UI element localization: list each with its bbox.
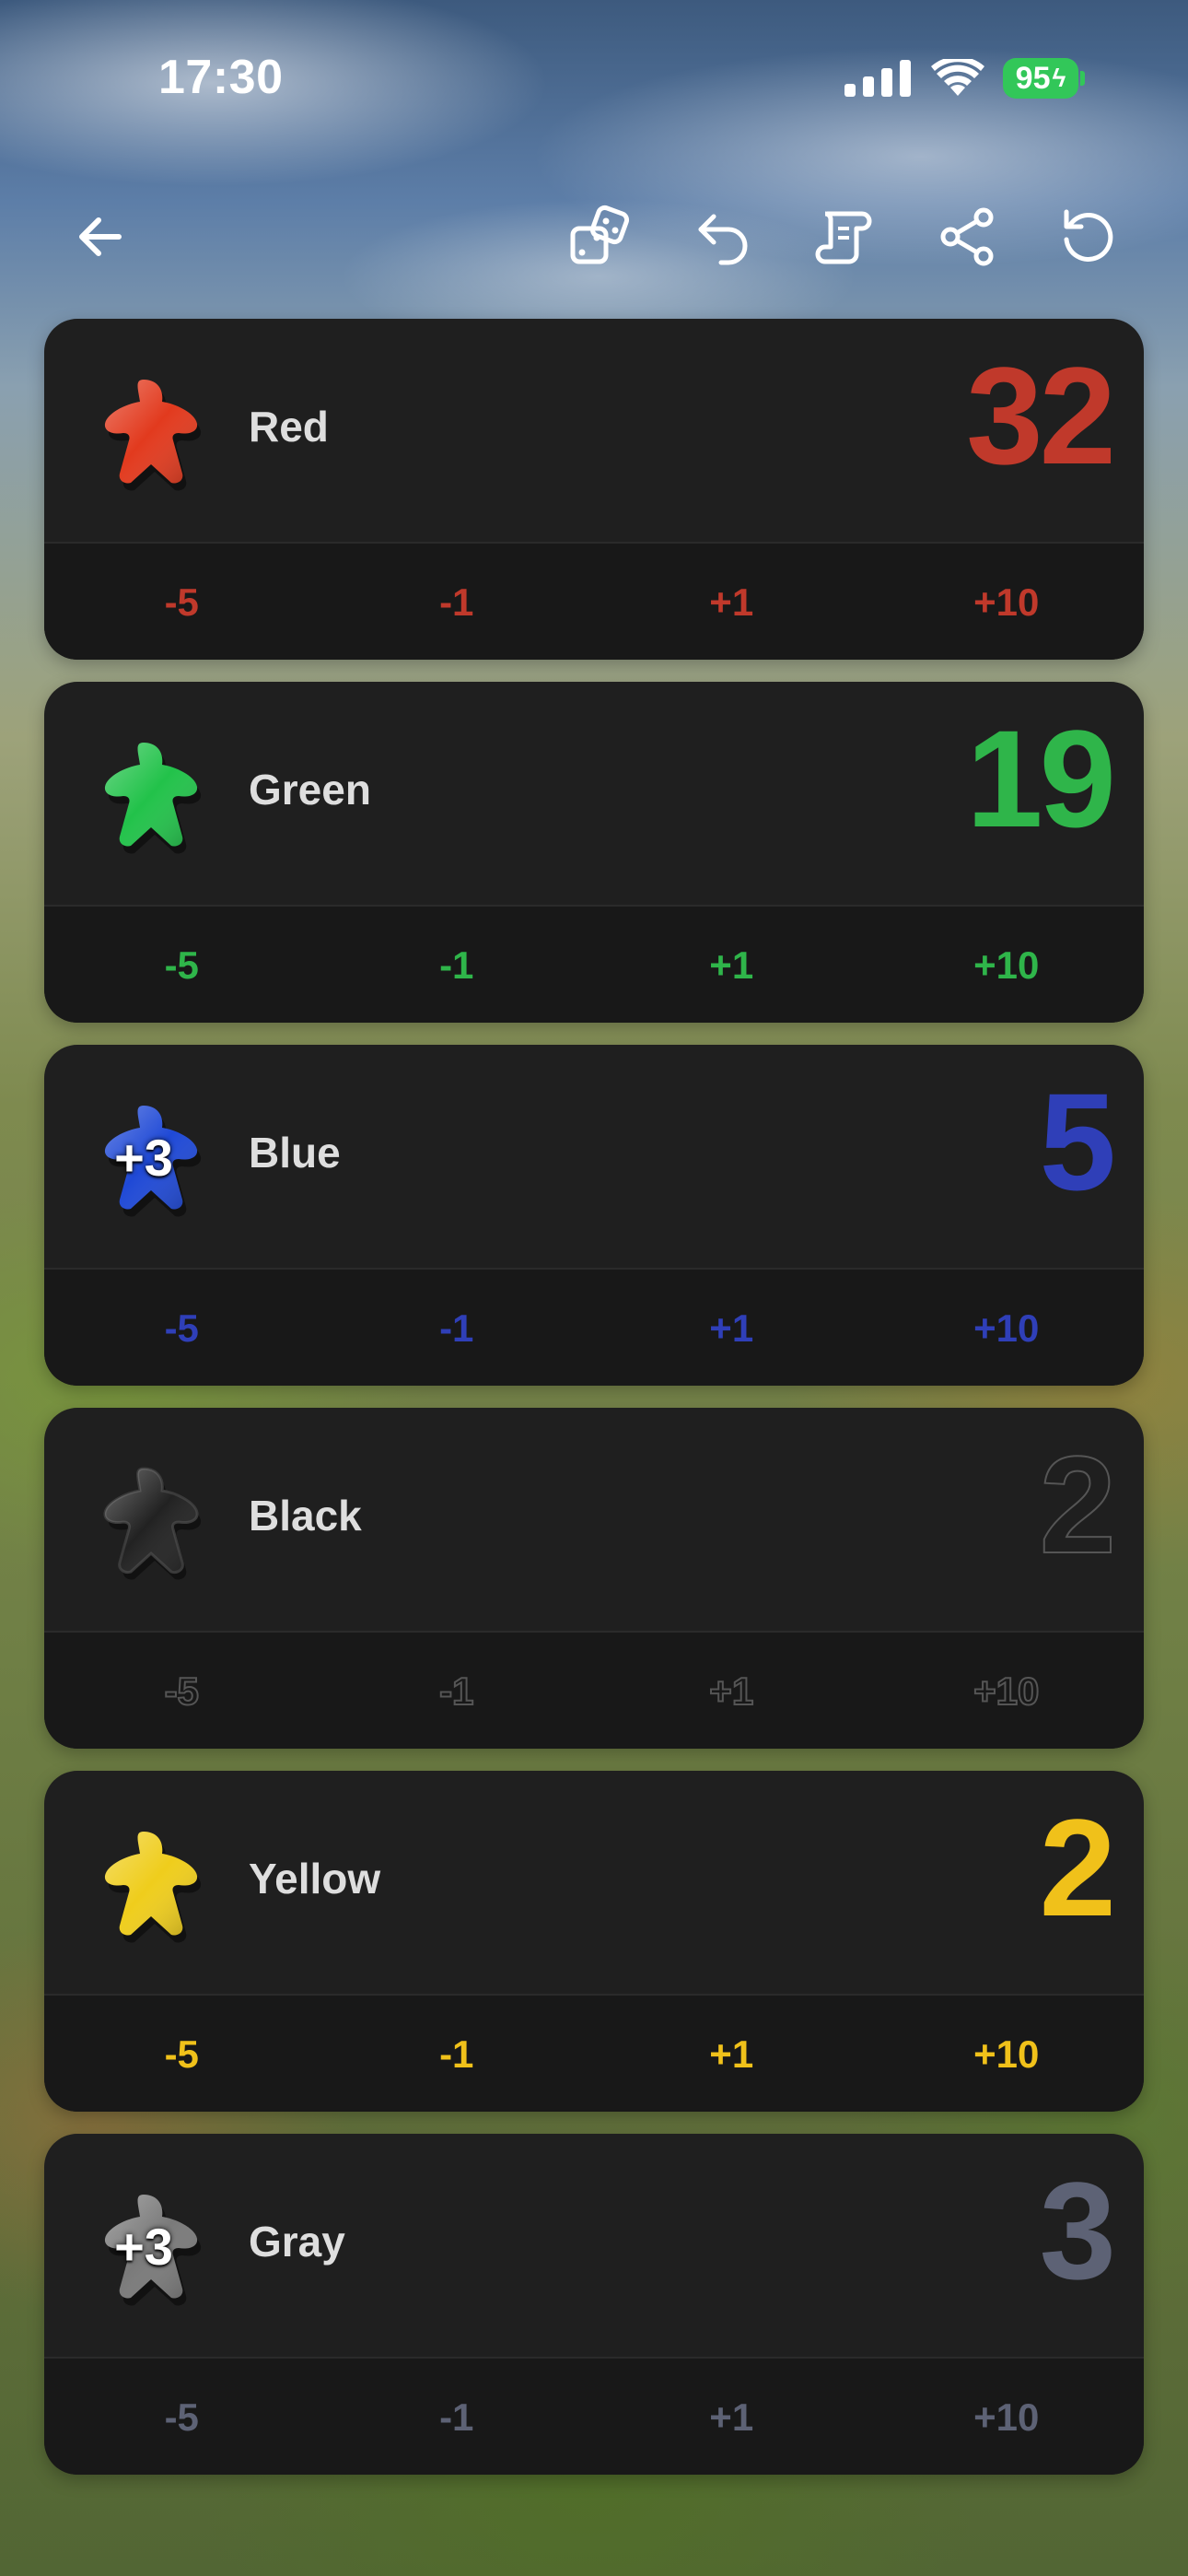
player-card-header[interactable]: Yellow 2 xyxy=(44,1771,1144,1994)
reset-icon xyxy=(1064,209,1113,262)
meeple-icon[interactable]: +3 xyxy=(79,1093,208,1222)
scroll-icon xyxy=(815,211,872,264)
player-name: Green xyxy=(249,766,371,814)
status-time: 17:30 xyxy=(158,51,284,104)
player-card-header[interactable]: Black 2 xyxy=(44,1408,1144,1631)
adjust-button-plus1[interactable]: +1 xyxy=(594,2359,869,2475)
dice-icon xyxy=(570,205,630,264)
player-name: Blue xyxy=(249,1129,341,1177)
back-arrow-icon xyxy=(79,217,122,256)
bonus-badge: +3 xyxy=(114,1128,173,1187)
adjust-button-minus1[interactable]: -1 xyxy=(320,1633,595,1749)
adjust-button-plus1[interactable]: +1 xyxy=(594,907,869,1023)
adjust-button-plus10[interactable]: +10 xyxy=(869,907,1145,1023)
adjust-button-plus10[interactable]: +10 xyxy=(869,2359,1145,2475)
adjust-button-minus5[interactable]: -5 xyxy=(44,907,320,1023)
score-adjust-row: -5 -1 +1 +10 xyxy=(44,1268,1144,1386)
undo-button[interactable] xyxy=(689,203,757,271)
meeple-icon[interactable] xyxy=(79,730,208,859)
bonus-badge xyxy=(79,1456,208,1585)
score-adjust-row: -5 -1 +1 +10 xyxy=(44,542,1144,660)
adjust-button-minus5[interactable]: -5 xyxy=(44,2359,320,2475)
player-score: 3 xyxy=(1039,2153,1116,2308)
adjust-button-plus10[interactable]: +10 xyxy=(869,1270,1145,1386)
player-card-header[interactable]: Red 32 xyxy=(44,319,1144,542)
share-button[interactable] xyxy=(934,203,1002,271)
score-adjust-row: -5 -1 +1 +10 xyxy=(44,1994,1144,2112)
player-name: Gray xyxy=(249,2218,345,2266)
charging-bolt-icon: ϟ xyxy=(1052,64,1066,92)
toolbar xyxy=(0,184,1188,276)
adjust-button-minus5[interactable]: -5 xyxy=(44,1270,320,1386)
score-adjust-row: -5 -1 +1 +10 xyxy=(44,1631,1144,1749)
player-card: Red 32 -5 -1 +1 +10 xyxy=(44,319,1144,660)
player-score: 2 xyxy=(1039,1427,1117,1582)
meeple-icon[interactable] xyxy=(79,367,208,496)
score-adjust-row: -5 -1 +1 +10 xyxy=(44,2357,1144,2475)
adjust-button-minus5[interactable]: -5 xyxy=(44,544,320,660)
adjust-button-plus1[interactable]: +1 xyxy=(594,544,869,660)
status-icons: 95 ϟ xyxy=(844,55,1085,101)
player-card: Green 19 -5 -1 +1 +10 xyxy=(44,682,1144,1023)
player-name: Black xyxy=(249,1492,362,1540)
player-card-header[interactable]: Green 19 xyxy=(44,682,1144,905)
adjust-button-minus5[interactable]: -5 xyxy=(44,1633,320,1749)
battery-indicator: 95 ϟ xyxy=(1003,58,1078,99)
player-card-header[interactable]: +3 Gray 3 xyxy=(44,2134,1144,2357)
status-bar: 17:30 95 ϟ xyxy=(0,0,1188,147)
adjust-button-minus1[interactable]: -1 xyxy=(320,1996,595,2112)
meeple-icon[interactable] xyxy=(79,1819,208,1948)
player-name: Yellow xyxy=(249,1855,381,1903)
adjust-button-plus1[interactable]: +1 xyxy=(594,1633,869,1749)
player-score: 32 xyxy=(966,338,1116,493)
player-card: +3 Blue 5 -5 -1 +1 +10 xyxy=(44,1045,1144,1386)
meeple-icon[interactable]: +3 xyxy=(79,2182,208,2311)
bonus-badge xyxy=(79,367,208,496)
bonus-badge: +3 xyxy=(114,2217,173,2276)
adjust-button-minus1[interactable]: -1 xyxy=(320,907,595,1023)
player-score: 19 xyxy=(966,701,1116,856)
history-button[interactable] xyxy=(810,203,879,271)
adjust-button-plus1[interactable]: +1 xyxy=(594,1996,869,2112)
player-name: Red xyxy=(249,403,329,451)
dice-button[interactable] xyxy=(567,203,635,271)
player-score: 2 xyxy=(1039,1790,1116,1945)
reset-button[interactable] xyxy=(1054,203,1122,271)
back-button[interactable] xyxy=(66,203,134,271)
adjust-button-plus10[interactable]: +10 xyxy=(869,544,1145,660)
player-card: Black 2 -5 -1 +1 +10 xyxy=(44,1408,1144,1749)
player-list: Red 32 -5 -1 +1 +10 Green 19 -5 -1 +1 +1… xyxy=(44,319,1144,2497)
player-card: +3 Gray 3 -5 -1 +1 +10 xyxy=(44,2134,1144,2475)
undo-icon xyxy=(698,214,748,265)
adjust-button-minus5[interactable]: -5 xyxy=(44,1996,320,2112)
wifi-icon xyxy=(931,59,984,96)
bonus-badge xyxy=(79,1819,208,1948)
player-card: Yellow 2 -5 -1 +1 +10 xyxy=(44,1771,1144,2112)
bonus-badge xyxy=(79,730,208,859)
share-icon xyxy=(940,207,994,266)
player-score: 5 xyxy=(1039,1064,1116,1219)
battery-level: 95 xyxy=(1015,60,1051,96)
signal-icon xyxy=(844,60,911,97)
adjust-button-minus1[interactable]: -1 xyxy=(320,544,595,660)
adjust-button-minus1[interactable]: -1 xyxy=(320,2359,595,2475)
battery-cap xyxy=(1080,71,1085,86)
score-adjust-row: -5 -1 +1 +10 xyxy=(44,905,1144,1023)
player-card-header[interactable]: +3 Blue 5 xyxy=(44,1045,1144,1268)
adjust-button-plus10[interactable]: +10 xyxy=(869,1996,1145,2112)
adjust-button-plus1[interactable]: +1 xyxy=(594,1270,869,1386)
adjust-button-plus10[interactable]: +10 xyxy=(869,1633,1145,1749)
meeple-icon[interactable] xyxy=(79,1456,208,1585)
adjust-button-minus1[interactable]: -1 xyxy=(320,1270,595,1386)
